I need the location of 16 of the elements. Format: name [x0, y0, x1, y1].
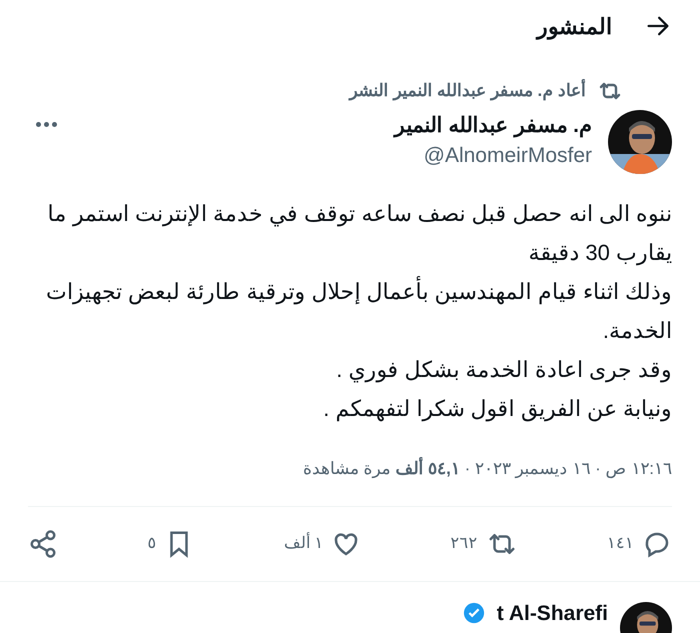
post-metadata: ١٢:١٦ ص · ١٦ ديسمبر ٢٠٢٣ · ٥٤,١ ألف مرة مشاهدة [302, 458, 672, 478]
repost-label: أعاد م. مسفر عبدالله النمير النشر [350, 78, 586, 102]
post-text: وقد جرى اعادة الخدمة بشكل فوري . [335, 356, 672, 384]
retweet-button[interactable]: ٢٦٢ [450, 528, 518, 558]
bookmark-button[interactable]: ٥ [147, 528, 194, 558]
post-text: وذلك اثناء قيام المهندسين بأعمال إحلال وترقية طارئة لبعض تجهيزات الخدمة. [34, 272, 672, 350]
page-title: المنشور [537, 12, 612, 42]
reply-author-name[interactable]: t Al-Sharefi [496, 602, 608, 626]
post-text: ننوه الى انه حصل قبل نصف ساعه توقف في خدمة الإنترنت استمر ما يقارب 30 دقيقة [46, 200, 672, 268]
share-icon [28, 528, 58, 558]
like-button[interactable]: ١ ألف [284, 528, 362, 558]
reply-button[interactable]: ١٤١ [607, 528, 672, 558]
author-name[interactable]: م. مسفر عبدالله النمير [81, 112, 592, 140]
author-handle[interactable]: @AlnomeirMosfer [424, 140, 592, 172]
share-button[interactable] [28, 528, 58, 558]
post-text: ونيابة عن الفريق اقول شكرا لتفهمكم . [322, 394, 672, 424]
